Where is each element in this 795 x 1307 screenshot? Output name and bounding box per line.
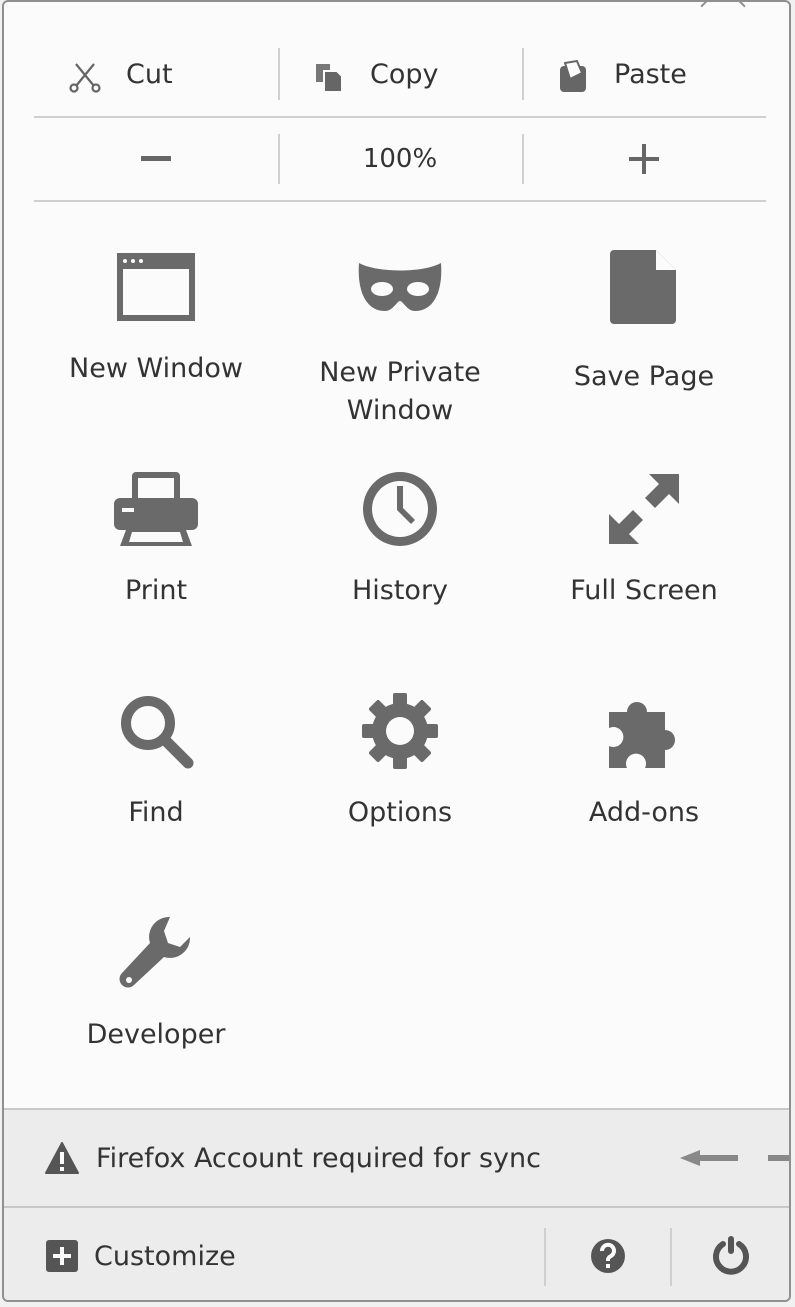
gear-icon <box>362 693 438 769</box>
new-private-window-button[interactable]: New Private Window <box>278 242 522 462</box>
minus-icon <box>141 156 171 161</box>
cut-button[interactable]: Cut <box>34 32 278 116</box>
paste-label: Paste <box>614 58 687 90</box>
copy-icon <box>316 64 343 93</box>
cut-label: Cut <box>126 58 173 90</box>
copy-button[interactable]: Copy <box>278 32 522 116</box>
plus-icon <box>629 144 659 174</box>
panel-arrow <box>700 2 746 29</box>
tile-label: Options <box>347 797 453 828</box>
tile-label: Add-ons <box>588 797 700 828</box>
new-window-button[interactable]: New Window <box>34 242 278 462</box>
sync-message: Firefox Account required for sync <box>96 1142 541 1174</box>
copy-label: Copy <box>370 58 439 90</box>
save-page-button[interactable]: Save Page <box>522 242 766 462</box>
zoom-reset-button[interactable]: 100% <box>278 118 522 200</box>
tile-label: Print <box>124 575 188 606</box>
zoom-out-button[interactable] <box>34 118 278 200</box>
zoom-controls: 100% <box>34 118 766 202</box>
footer-divider <box>670 1228 672 1286</box>
add-ons-button[interactable]: Add-ons <box>522 686 766 906</box>
printer-icon <box>114 472 198 546</box>
footer-divider <box>544 1228 546 1286</box>
print-button[interactable]: Print <box>34 464 278 684</box>
private-mask-icon <box>358 263 442 311</box>
zoom-level: 100% <box>362 144 438 174</box>
tile-label: Save Page <box>573 361 715 392</box>
scissors-icon <box>69 63 101 93</box>
tile-label: New Private Window <box>319 357 481 426</box>
tile-label: New Window <box>69 353 243 384</box>
zoom-in-button[interactable] <box>522 118 766 200</box>
search-icon <box>121 696 194 769</box>
wrench-icon <box>119 916 191 988</box>
customize-button[interactable]: Customize <box>46 1240 236 1272</box>
puzzle-icon <box>609 702 675 768</box>
fullscreen-arrows-icon <box>609 474 679 544</box>
help-icon <box>591 1239 625 1273</box>
options-button[interactable]: Options <box>278 686 522 906</box>
new-window-icon <box>117 253 195 321</box>
customize-label: Customize <box>94 1240 236 1272</box>
full-screen-button[interactable]: Full Screen <box>522 464 766 684</box>
tile-label: Find <box>128 797 184 828</box>
help-button[interactable] <box>590 1238 626 1278</box>
tile-label: History <box>351 575 449 606</box>
save-page-icon <box>610 250 676 324</box>
tile-label: Full Screen <box>570 575 718 606</box>
paste-icon <box>560 60 586 92</box>
edit-controls: Cut Copy Paste <box>34 32 766 118</box>
find-button[interactable]: Find <box>34 686 278 906</box>
firefox-menu-panel: Cut Copy Paste 100% New Window New Priva… <box>2 0 791 1302</box>
bottom-bar: Customize <box>4 1208 789 1300</box>
power-icon <box>713 1236 749 1275</box>
developer-button[interactable]: Developer <box>34 908 278 1128</box>
history-button[interactable]: History <box>278 464 522 684</box>
add-square-icon <box>46 1240 78 1272</box>
tile-label: Developer <box>86 1019 226 1050</box>
arrow-left-icon <box>680 1150 789 1166</box>
clock-icon <box>363 472 437 546</box>
sync-status-bar[interactable]: Firefox Account required for sync <box>4 1108 789 1208</box>
paste-button[interactable]: Paste <box>522 32 766 116</box>
warning-icon <box>45 1142 79 1174</box>
quit-button[interactable] <box>710 1234 752 1280</box>
